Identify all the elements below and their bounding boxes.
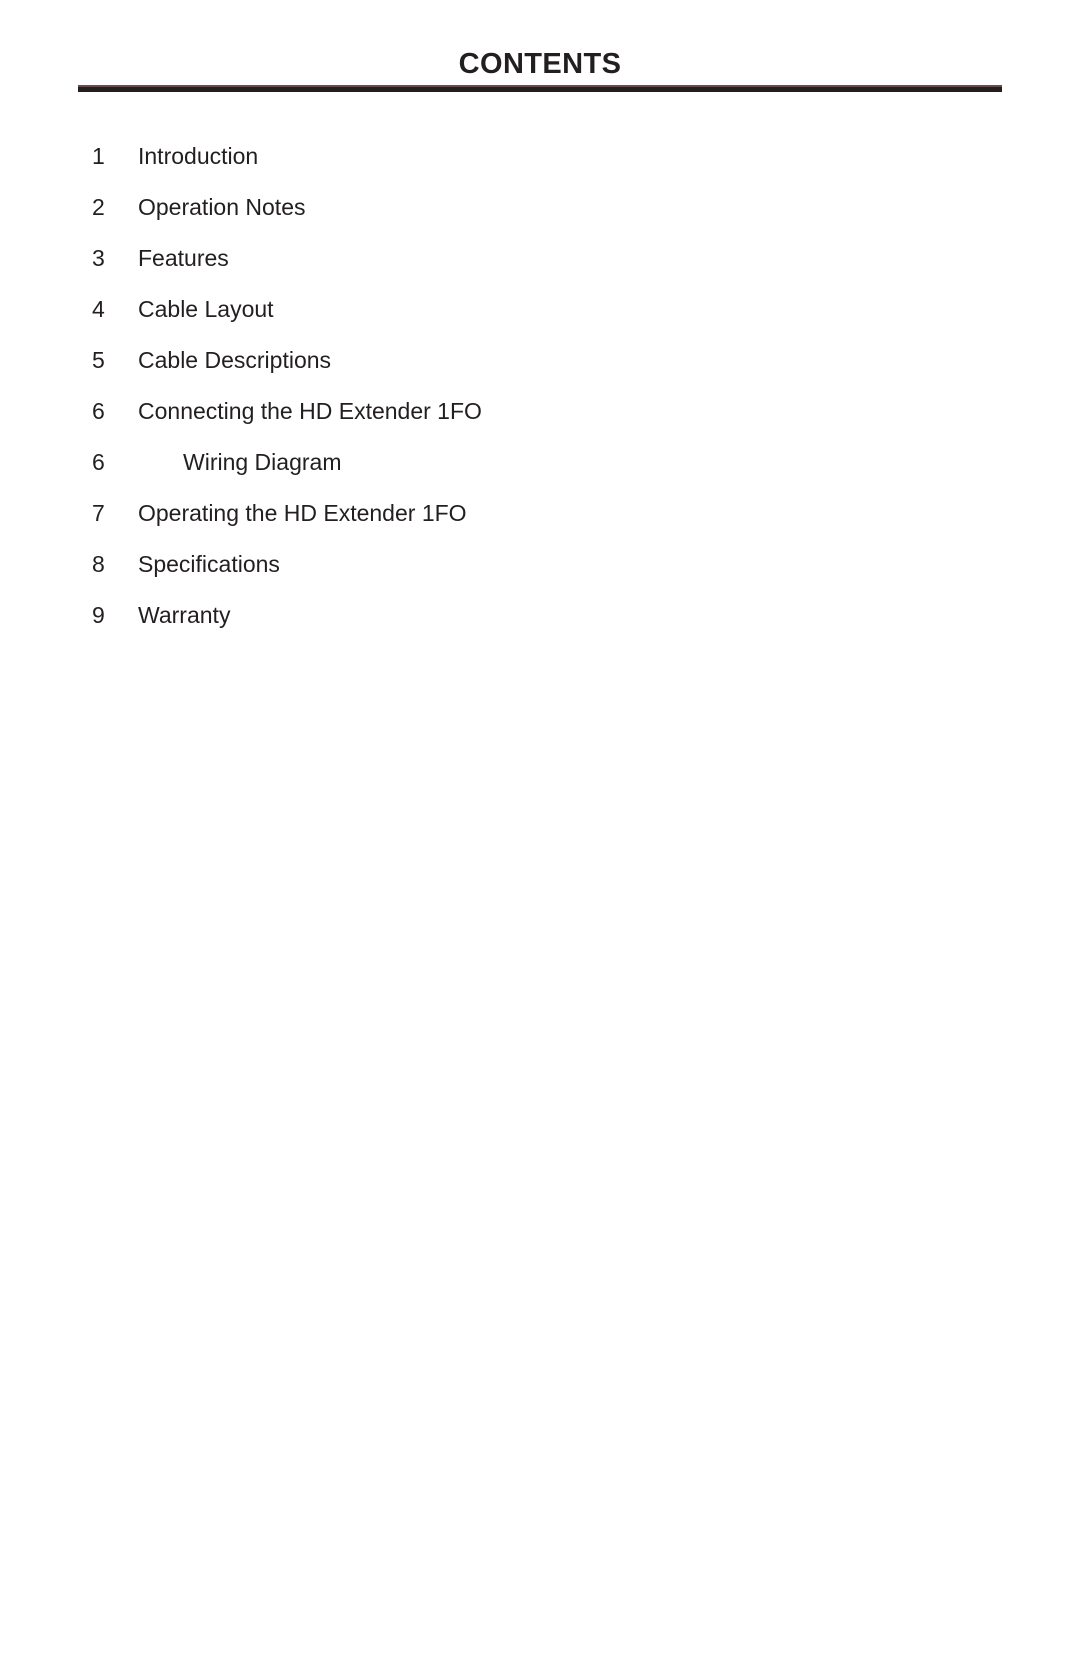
toc-entry-label: Wiring Diagram: [183, 449, 342, 475]
toc-page-number: 4: [92, 296, 105, 322]
toc-entry-label: Connecting the HD Extender 1FO: [138, 398, 482, 424]
toc-entry[interactable]: 2 Operation Notes: [0, 182, 1080, 233]
toc-entry[interactable]: 1 Introduction: [0, 131, 1080, 182]
toc-page-number: 3: [92, 245, 105, 271]
toc-entry[interactable]: 4 Cable Layout: [0, 284, 1080, 335]
document-page: CONTENTS 1 Introduction 2 Operation Notes 3 F…: [0, 0, 1080, 1669]
toc-page-number: 6: [92, 398, 105, 424]
toc-page-number: 5: [92, 347, 105, 373]
toc-page-number: 1: [92, 143, 105, 169]
page-title: CONTENTS: [458, 48, 622, 80]
table-of-contents-list: 1 Introduction 2 Operation Notes 3 Features 4 C…: [0, 131, 1080, 641]
toc-page-number: 2: [92, 194, 105, 220]
toc-entry[interactable]: 7 Operating the HD Extender 1FO: [0, 488, 1080, 539]
toc-entry-label: Cable Layout: [138, 296, 274, 322]
toc-page-number: 7: [92, 500, 105, 526]
toc-entry-label: Cable Descriptions: [138, 347, 332, 373]
toc-entry[interactable]: 6 Connecting the HD Extender 1FO: [0, 386, 1080, 437]
toc-page-number: 8: [92, 551, 105, 577]
toc-entry-label: Operation Notes: [138, 194, 306, 220]
toc-entry[interactable]: 3 Features: [0, 233, 1080, 284]
toc-entry-label: Specifications: [138, 551, 280, 577]
toc-entry-label: Features: [138, 245, 229, 271]
page-header: CONTENTS: [78, 46, 1002, 82]
toc-entry[interactable]: 5 Cable Descriptions: [0, 335, 1080, 386]
toc-entry[interactable]: 6 Wiring Diagram: [0, 437, 1080, 488]
toc-page-number: 9: [92, 602, 105, 628]
toc-entry-label: Warranty: [138, 602, 231, 628]
title-divider-rule: [78, 85, 1002, 92]
toc-page-number: 6: [92, 449, 105, 475]
toc-entry[interactable]: 9 Warranty: [0, 590, 1080, 641]
toc-entry[interactable]: 8 Specifications: [0, 539, 1080, 590]
toc-entry-label: Operating the HD Extender 1FO: [138, 500, 467, 526]
toc-entry-label: Introduction: [138, 143, 259, 169]
